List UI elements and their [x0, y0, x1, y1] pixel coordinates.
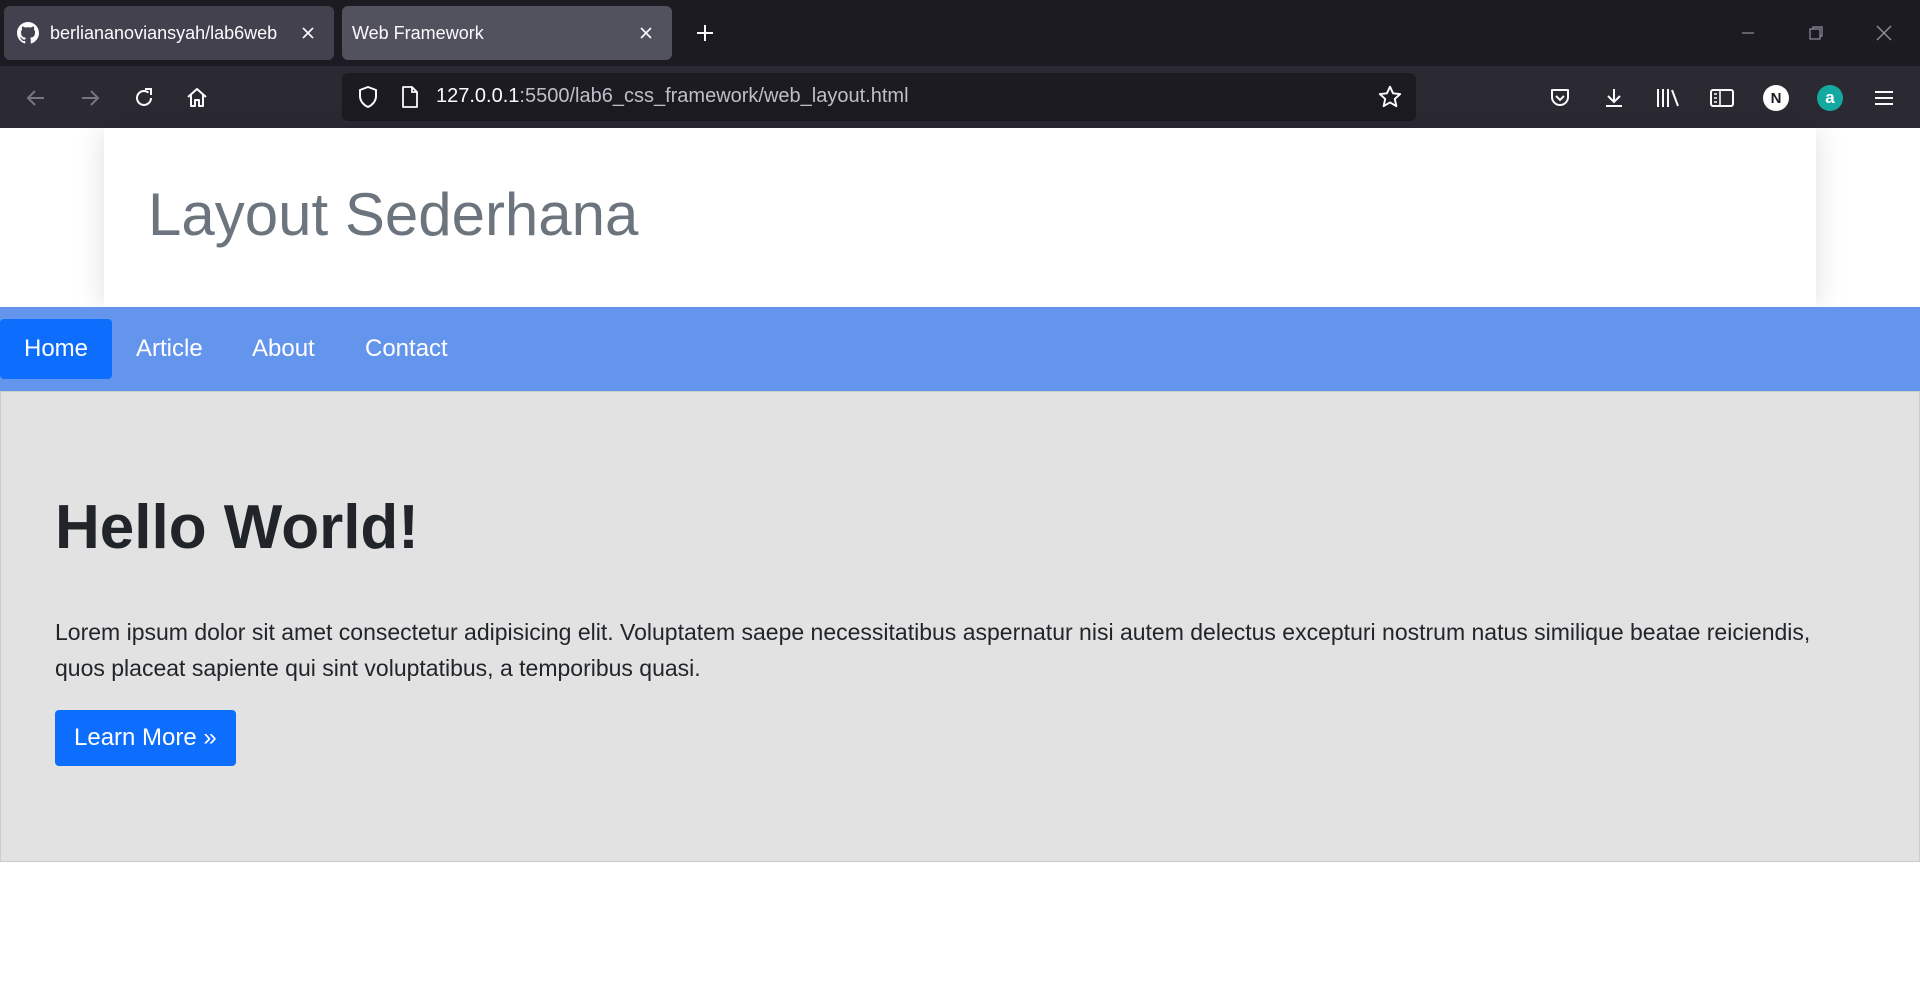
- restore-button[interactable]: [1788, 8, 1844, 58]
- tab-title: berliananoviansyah/lab6web: [50, 22, 278, 43]
- hero-text: Lorem ipsum dolor sit amet consectetur a…: [55, 619, 1811, 681]
- library-icon[interactable]: [1648, 78, 1688, 118]
- hero-title: Hello World!: [55, 493, 419, 562]
- reload-icon[interactable]: [124, 78, 164, 118]
- url-text[interactable]: 127.0.0.1:5500/lab6_css_framework/web_la…: [436, 85, 909, 108]
- minimize-button[interactable]: [1720, 8, 1776, 58]
- nav-about[interactable]: About: [228, 319, 339, 379]
- site-title: Layout Sederhana: [148, 181, 639, 248]
- back-arrow-icon[interactable]: [16, 78, 56, 118]
- url-host: 127.0.0.1: [436, 85, 520, 107]
- browser-tab-bar: berliananoviansyah/lab6web Web Framework: [0, 0, 1920, 66]
- learn-more-button[interactable]: Learn More »: [55, 710, 236, 766]
- close-tab-icon[interactable]: [290, 15, 326, 51]
- profile-n-icon[interactable]: N: [1756, 78, 1796, 118]
- extension-initial: a: [1817, 85, 1843, 111]
- extension-a-icon[interactable]: a: [1810, 78, 1850, 118]
- home-icon[interactable]: [177, 78, 217, 118]
- close-window-button[interactable]: [1856, 8, 1912, 58]
- nav-contact[interactable]: Contact: [341, 319, 472, 379]
- tab-title: Web Framework: [352, 22, 484, 43]
- sidebar-icon[interactable]: [1702, 78, 1742, 118]
- nav-article[interactable]: Article: [112, 319, 227, 379]
- url-path: :5500/lab6_css_framework/web_layout.html: [519, 85, 909, 107]
- shield-icon[interactable]: [354, 83, 382, 111]
- nav-home[interactable]: Home: [0, 319, 113, 379]
- tab-web-framework[interactable]: Web Framework: [342, 6, 672, 60]
- address-bar[interactable]: 127.0.0.1:5500/lab6_css_framework/web_la…: [342, 73, 1416, 121]
- hero-jumbotron: Hello World! Lorem ipsum dolor sit amet …: [0, 391, 1920, 862]
- bookmark-star-icon[interactable]: [1374, 81, 1406, 113]
- download-icon[interactable]: [1594, 78, 1634, 118]
- pocket-icon[interactable]: [1540, 78, 1580, 118]
- close-tab-icon[interactable]: [628, 15, 664, 51]
- browser-toolbar: 127.0.0.1:5500/lab6_css_framework/web_la…: [0, 66, 1920, 128]
- page-viewport: Layout Sederhana Home Article About Cont…: [0, 128, 1920, 1002]
- profile-initial: N: [1763, 85, 1789, 111]
- new-tab-button[interactable]: [686, 14, 724, 52]
- forward-arrow-icon[interactable]: [70, 78, 110, 118]
- tab-github[interactable]: berliananoviansyah/lab6web: [4, 6, 334, 60]
- menu-hamburger-icon[interactable]: [1864, 78, 1904, 118]
- site-header: Layout Sederhana: [104, 128, 1816, 307]
- main-nav: Home Article About Contact: [0, 307, 1920, 391]
- page-icon[interactable]: [396, 83, 424, 111]
- github-icon: [16, 21, 40, 45]
